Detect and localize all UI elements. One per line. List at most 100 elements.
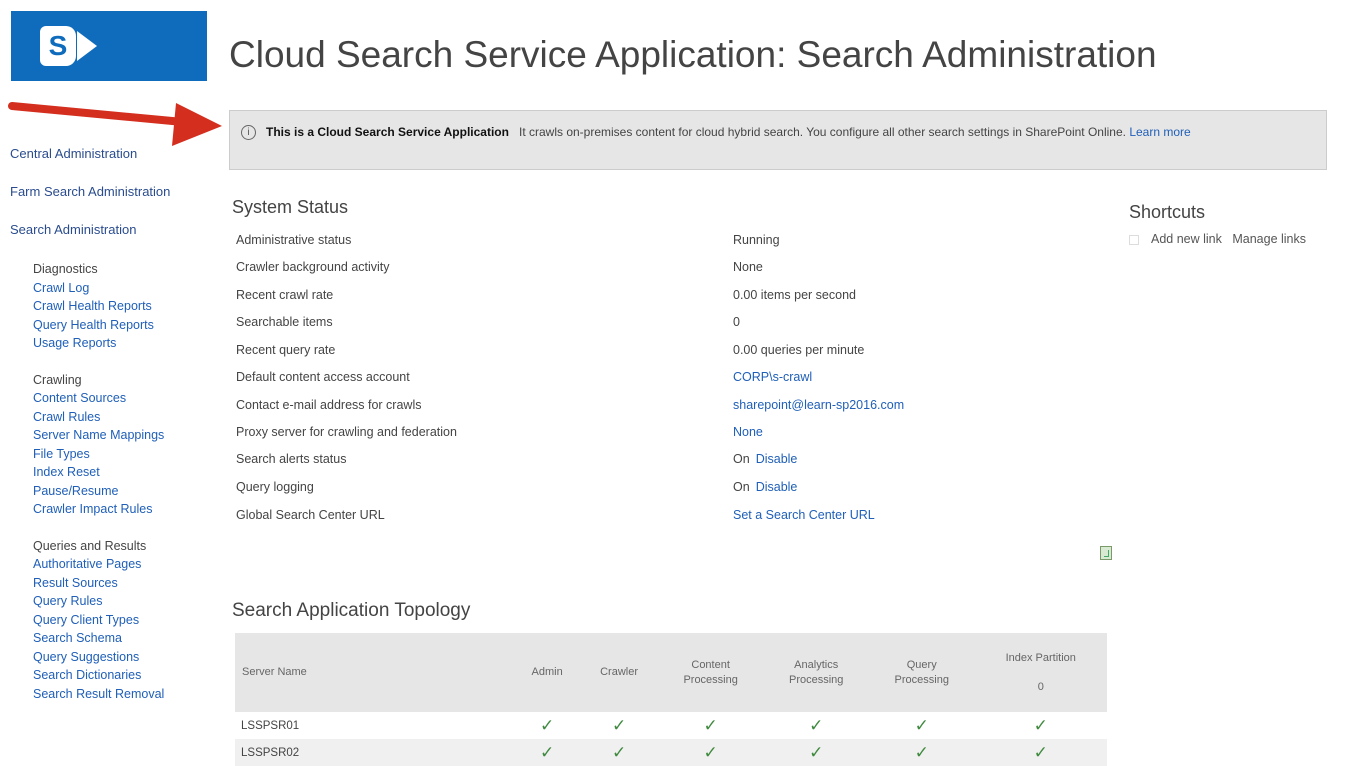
status-label: Global Search Center URL <box>236 508 385 522</box>
column-crawler: Crawler <box>580 633 658 712</box>
status-row-global-search-center-url: Global Search Center URL Set a Search Ce… <box>236 505 1106 525</box>
nav-farm-search-administration[interactable]: Farm Search Administration <box>10 184 210 200</box>
column-server-name: Server Name <box>235 633 514 712</box>
column-index-partition: Index Partition 0 <box>974 633 1107 712</box>
header-line: Index Partition <box>1005 651 1076 664</box>
nav-group-title: Crawling <box>33 372 82 387</box>
table-row: LSSPSR01 ✓ ✓ ✓ ✓ ✓ ✓ <box>235 712 1107 739</box>
add-new-link[interactable]: Add new link <box>1151 232 1222 246</box>
nav-query-rules[interactable]: Query Rules <box>33 592 210 611</box>
status-label: Proxy server for crawling and federation <box>236 425 457 439</box>
check-icon: ✓ <box>540 715 555 735</box>
status-value: Set a Search Center URL <box>733 505 875 525</box>
status-value: On Disable <box>733 477 797 497</box>
shortcuts-links: Add new link Manage links <box>1129 232 1306 246</box>
shortcut-bullet-icon <box>1129 234 1139 245</box>
status-row-default-content-access-account: Default content access account CORP\s-cr… <box>236 367 1106 387</box>
table-row: LSSPSR02 ✓ ✓ ✓ ✓ ✓ ✓ <box>235 739 1107 766</box>
status-row-search-alerts-status: Search alerts status On Disable <box>236 449 1106 469</box>
status-label: Recent crawl rate <box>236 288 334 302</box>
nav-group-title: Queries and Results <box>33 538 147 553</box>
search-alerts-state: On <box>733 452 750 466</box>
nav-crawl-log[interactable]: Crawl Log <box>33 279 210 298</box>
contact-email-link[interactable]: sharepoint@learn-sp2016.com <box>733 398 904 412</box>
nav-search-administration[interactable]: Search Administration <box>10 222 210 238</box>
status-label: Searchable items <box>236 315 333 329</box>
proxy-server-link[interactable]: None <box>733 425 763 439</box>
status-value: CORP\s-crawl <box>733 367 812 387</box>
banner-title: This is a Cloud Search Service Applicati… <box>266 125 509 139</box>
red-arrow-annotation <box>8 102 222 146</box>
nav-server-name-mappings[interactable]: Server Name Mappings <box>33 426 210 445</box>
system-status-title: System Status <box>232 197 349 217</box>
sharepoint-s-icon: S <box>40 26 76 66</box>
nav-authoritative-pages[interactable]: Authoritative Pages <box>33 555 210 574</box>
nav-group-title: Diagnostics <box>33 262 98 276</box>
server-name-cell: LSSPSR02 <box>235 739 514 766</box>
topology-header-row: Server Name Admin Crawler Content Process… <box>235 633 1107 712</box>
header-line: Analytics <box>794 658 839 671</box>
manage-links[interactable]: Manage links <box>1232 232 1306 246</box>
nav-search-dictionaries[interactable]: Search Dictionaries <box>33 666 210 685</box>
status-label: Search alerts status <box>236 452 347 466</box>
status-row-proxy-server: Proxy server for crawling and federation… <box>236 422 1106 442</box>
nav-usage-reports[interactable]: Usage Reports <box>33 334 210 353</box>
check-icon: ✓ <box>809 715 824 735</box>
nav-query-suggestions[interactable]: Query Suggestions <box>33 648 210 667</box>
status-label: Query logging <box>236 480 314 494</box>
column-content-processing: Content Processing <box>657 633 764 712</box>
nav-group-crawling: Crawling Content Sources Crawl Rules Ser… <box>33 371 210 519</box>
shortcuts-title: Shortcuts <box>1129 202 1206 222</box>
nav-group-queries-results: Queries and Results Authoritative Pages … <box>33 537 210 704</box>
nav-central-administration[interactable]: Central Administration <box>10 146 210 162</box>
nav-file-types[interactable]: File Types <box>33 445 210 464</box>
status-label: Crawler background activity <box>236 260 390 274</box>
sharepoint-logo[interactable]: S <box>11 11 207 81</box>
column-analytics-processing: Analytics Processing <box>763 633 869 712</box>
header-line: Processing <box>788 673 844 686</box>
header-line: Processing <box>683 673 738 686</box>
status-label: Administrative status <box>236 233 352 247</box>
nav-pause-resume[interactable]: Pause/Resume <box>33 482 210 501</box>
disable-search-alerts-link[interactable]: Disable <box>756 452 798 466</box>
server-name-cell: LSSPSR01 <box>241 719 300 732</box>
nav-search-result-removal[interactable]: Search Result Removal <box>33 685 210 704</box>
status-label: Default content access account <box>236 370 410 384</box>
column-query-processing: Query Processing <box>868 633 975 712</box>
cloud-search-info-banner: i This is a Cloud Search Service Applicat… <box>229 110 1327 170</box>
column-admin: Admin <box>514 633 581 712</box>
index-partition-number: 0 <box>1037 680 1044 693</box>
nav-result-sources[interactable]: Result Sources <box>33 574 210 593</box>
nav-query-health-reports[interactable]: Query Health Reports <box>33 316 210 335</box>
export-excel-icon[interactable] <box>1100 546 1112 560</box>
nav-crawler-impact-rules[interactable]: Crawler Impact Rules <box>33 500 210 519</box>
nav-crawl-health-reports[interactable]: Crawl Health Reports <box>33 297 210 316</box>
nav-content-sources[interactable]: Content Sources <box>33 389 210 408</box>
nav-index-reset[interactable]: Index Reset <box>33 463 210 482</box>
status-value: Running <box>733 233 780 247</box>
nav-query-client-types[interactable]: Query Client Types <box>33 611 210 630</box>
disable-query-logging-link[interactable]: Disable <box>756 480 798 494</box>
status-row-administrative-status: Administrative status Running <box>236 230 1106 250</box>
set-search-center-url-link[interactable]: Set a Search Center URL <box>733 508 875 522</box>
status-row-crawler-background-activity: Crawler background activity None <box>236 257 1106 277</box>
status-value: None <box>733 422 763 442</box>
page-title: Cloud Search Service Application: Search… <box>229 34 1157 75</box>
check-icon: ✓ <box>868 739 975 766</box>
status-row-searchable-items: Searchable items 0 <box>236 312 1106 332</box>
query-logging-state: On <box>733 480 750 494</box>
status-value: sharepoint@learn-sp2016.com <box>733 395 904 415</box>
check-icon: ✓ <box>514 739 581 766</box>
nav-crawl-rules[interactable]: Crawl Rules <box>33 408 210 427</box>
crawl-account-link[interactable]: CORP\s-crawl <box>733 370 812 384</box>
status-value: 0.00 queries per minute <box>733 343 865 357</box>
learn-more-link[interactable]: Learn more <box>1129 125 1190 139</box>
topology-table: Server Name Admin Crawler Content Process… <box>235 633 1107 766</box>
status-row-recent-crawl-rate: Recent crawl rate 0.00 items per second <box>236 285 1106 305</box>
check-icon: ✓ <box>763 739 869 766</box>
check-icon: ✓ <box>580 739 658 766</box>
topology-title: Search Application Topology <box>232 600 471 621</box>
status-row-contact-email: Contact e-mail address for crawls sharep… <box>236 395 1106 415</box>
status-row-query-logging: Query logging On Disable <box>236 477 1106 497</box>
nav-search-schema[interactable]: Search Schema <box>33 629 210 648</box>
